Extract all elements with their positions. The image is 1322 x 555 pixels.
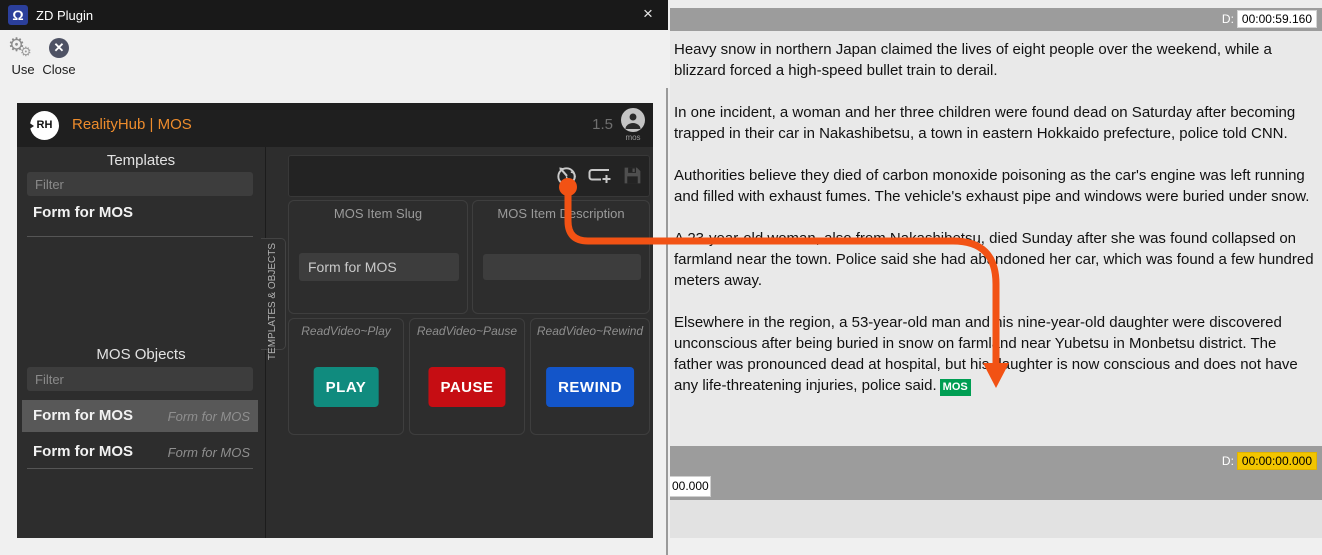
story-header-bar: D: 00:00:59.160 [670,8,1322,31]
username-label: mos [619,133,647,142]
panel-title: RealityHub | MOS [72,103,192,147]
save-icon[interactable] [622,165,643,191]
pause-button[interactable]: PAUSE [428,367,505,407]
script-paragraph-text: Elsewhere in the region, a 53-year-old m… [674,314,1298,394]
script-paragraph: Heavy snow in northern Japan claimed the… [674,39,1315,81]
list-separator [27,236,253,237]
next-story-bar: D: 00:00:00.000 00.000 [670,446,1322,500]
rewind-command-caption: ReadVideo~Rewind [531,324,649,338]
script-paragraph: In one incident, a woman and her three c… [674,102,1315,144]
app-omega-icon: Ω [8,5,28,25]
mos-item-description-card: MOS Item Description [472,200,650,314]
template-list-item[interactable]: Form for MOS [33,204,133,221]
mos-objects-filter-input[interactable] [27,367,253,391]
script-paragraph: Elsewhere in the region, a 53-year-old m… [674,312,1315,396]
version-label: 1.5 [592,103,613,147]
realityhub-panel: RH RealityHub | MOS 1.5 mos Templates Fo… [17,103,653,538]
mos-item-slug-input[interactable] [299,253,459,281]
mos-object-name: Form for MOS [33,443,133,460]
rewind-button[interactable]: REWIND [546,367,634,407]
next-story-duration-value[interactable]: 00:00:00.000 [1237,452,1317,470]
screenshot-root: Ω ZD Plugin × ⚙⚙ Use ✕ Close RH Reali [0,0,1322,555]
realityhub-logo: RH [30,111,59,140]
script-paragraph: A 23-year-old woman, also from Nakashibe… [674,228,1315,291]
add-item-icon[interactable] [587,164,613,192]
user-avatar-icon[interactable] [621,108,645,132]
window-titlebar: Ω ZD Plugin × [0,0,668,30]
realityhub-header: RH RealityHub | MOS 1.5 mos [17,103,653,147]
preview-icon[interactable] [555,164,578,192]
script-text-area[interactable]: Heavy snow in northern Japan claimed the… [670,31,1322,446]
window-close-button[interactable]: × [636,0,660,30]
script-editor-panel: D: 00:00:59.160 Heavy snow in northern J… [670,0,1322,555]
mos-object-detail: Form for MOS [168,445,250,460]
mos-item-description-input[interactable] [483,254,641,280]
use-button[interactable]: ⚙⚙ Use [6,36,40,77]
mos-item-description-label: MOS Item Description [473,206,649,221]
tab-label: TEMPLATES & OBJECTS [267,243,278,360]
window-title: ZD Plugin [36,8,93,23]
close-button[interactable]: ✕ Close [40,36,78,77]
close-button-label: Close [42,62,75,77]
tab-templates-and-objects[interactable]: TEMPLATES & OBJECTS [261,238,286,350]
editor-footer-strip [670,538,1322,555]
mos-item-badge[interactable]: MOS [940,379,971,396]
pause-command-caption: ReadVideo~Pause [410,324,524,338]
mos-item-slug-label: MOS Item Slug [289,206,467,221]
editor-lower-area [670,500,1322,538]
list-separator [27,468,253,469]
mos-object-detail: Form for MOS [168,409,250,424]
gears-icon: ⚙⚙ [6,36,40,62]
item-toolbar [288,155,650,197]
mos-object-name: Form for MOS [33,407,133,424]
zd-plugin-window: Ω ZD Plugin × ⚙⚙ Use ✕ Close RH Reali [0,0,668,555]
plugin-toolbar: ⚙⚙ Use ✕ Close [0,30,668,88]
mos-objects-section-title: MOS Objects [17,346,265,363]
close-circle-icon: ✕ [40,36,78,62]
duration-label: D: [1222,12,1234,26]
play-button[interactable]: PLAY [314,367,379,407]
pause-command-card: ReadVideo~Pause PAUSE [409,318,525,435]
play-command-caption: ReadVideo~Play [289,324,403,338]
duration-label: D: [1222,454,1234,468]
script-paragraph: Authorities believe they died of carbon … [674,165,1315,207]
mos-object-row[interactable]: Form for MOS Form for MOS [22,436,258,468]
timecode-box: 00.000 [670,476,711,497]
mos-item-slug-card: MOS Item Slug [288,200,468,314]
templates-section-title: Templates [17,152,265,169]
play-command-card: ReadVideo~Play PLAY [288,318,404,435]
templates-filter-input[interactable] [27,172,253,196]
story-duration-value[interactable]: 00:00:59.160 [1237,10,1317,28]
rewind-command-card: ReadVideo~Rewind REWIND [530,318,650,435]
mos-object-row[interactable]: Form for MOS Form for MOS [22,400,258,432]
use-button-label: Use [11,62,34,77]
